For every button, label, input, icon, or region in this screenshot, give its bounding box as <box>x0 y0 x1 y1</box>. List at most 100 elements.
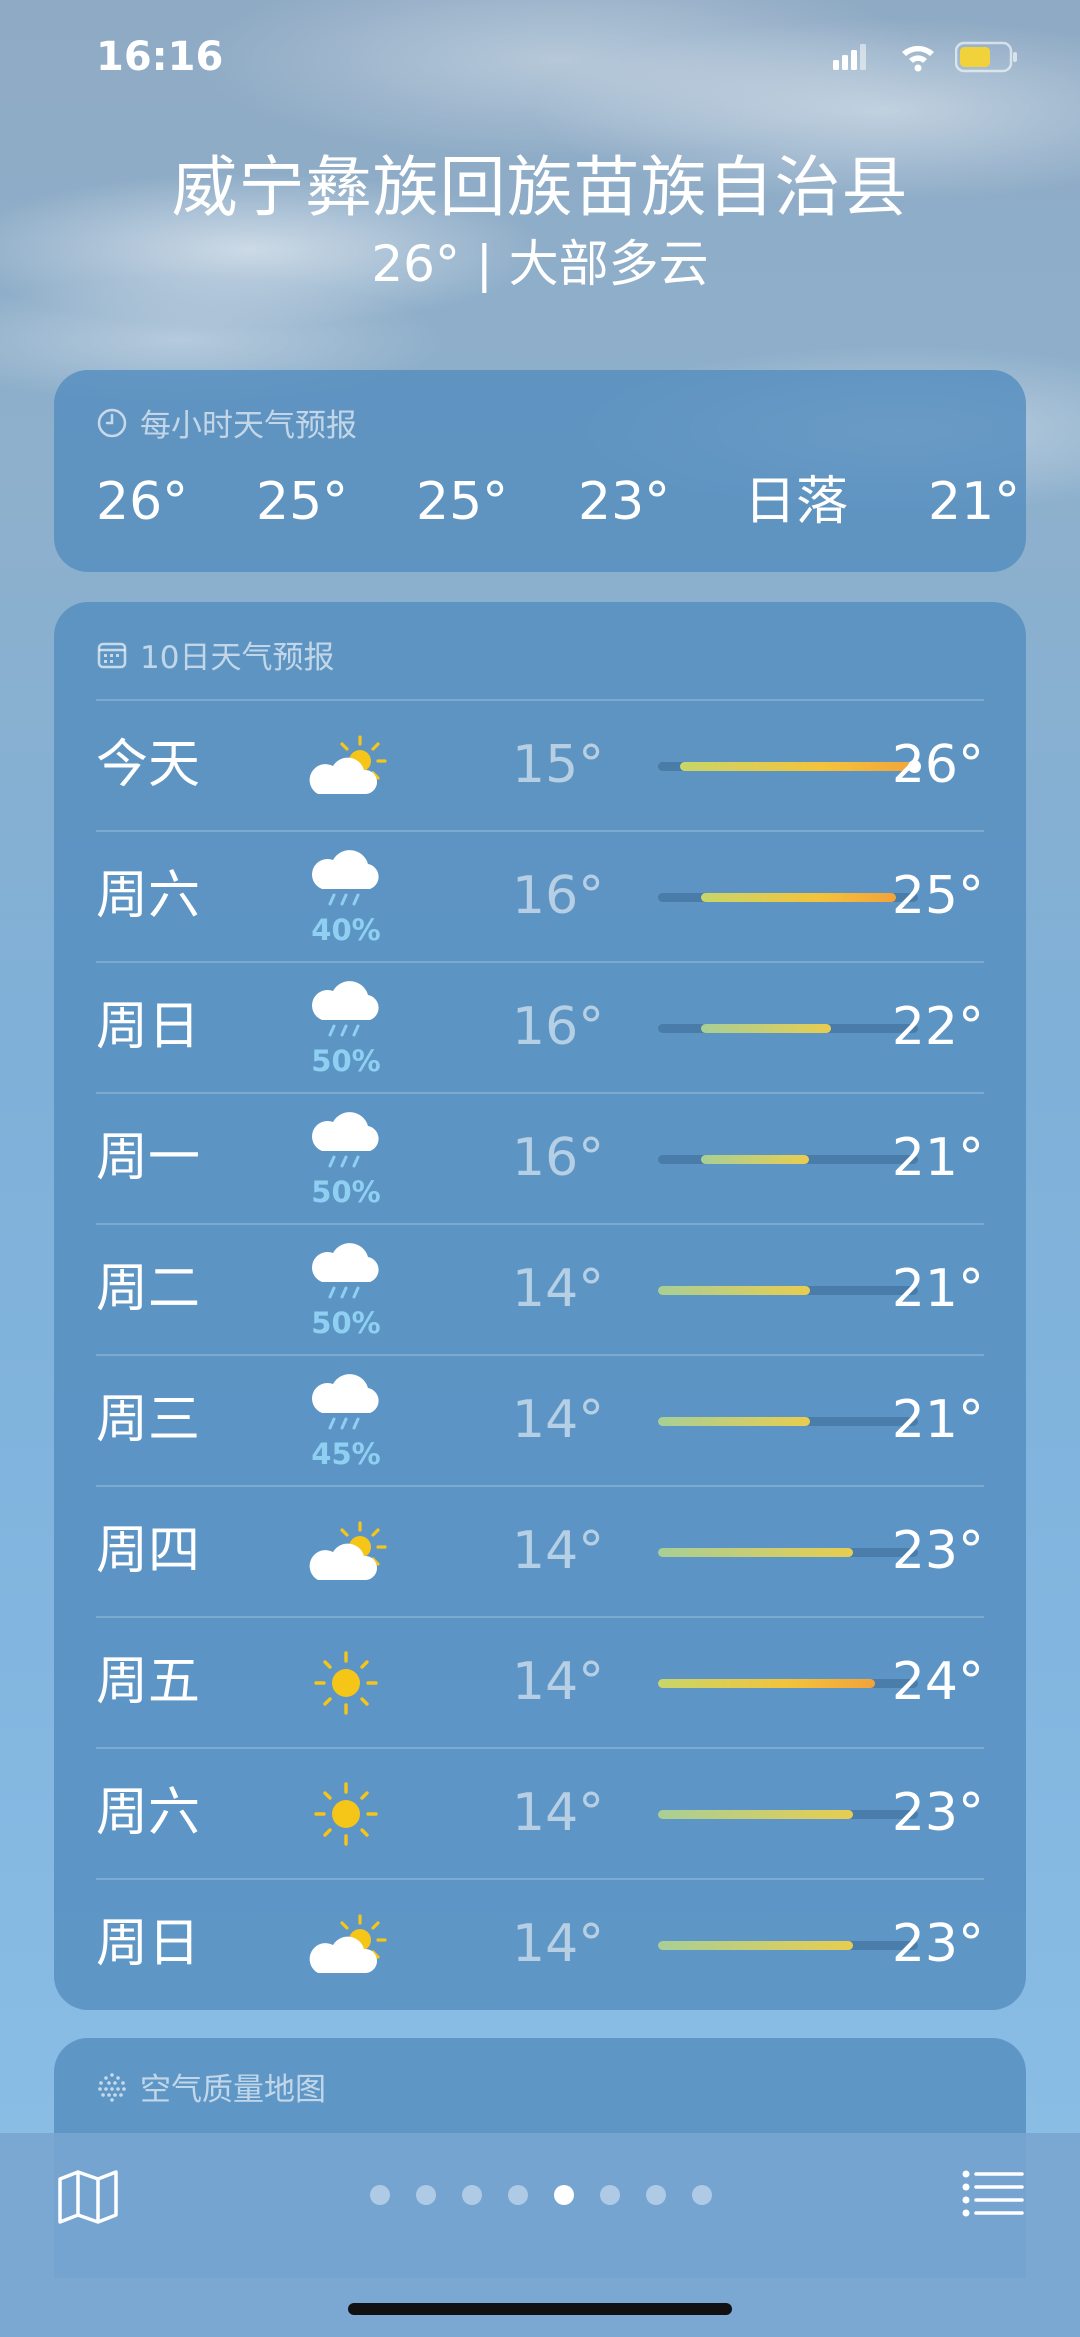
ten-day-forecast-title: 10日天气预报 <box>96 632 334 677</box>
sun-icon <box>314 1782 378 1846</box>
temperature-range-bar <box>658 1417 918 1426</box>
precipitation-chance: 50% <box>311 1306 381 1340</box>
current-conditions: 26° | 大部多云 <box>371 235 709 293</box>
forecast-day-row[interactable]: 周日 14° 23° <box>96 1879 984 2010</box>
location-name: 威宁彝族回族苗族自治县 <box>171 149 909 226</box>
day-name: 周六 <box>96 1783 201 1843</box>
hourly-item-sunset: 日落 <box>744 472 849 532</box>
map-icon[interactable] <box>56 2165 120 2229</box>
day-name: 周六 <box>96 866 201 926</box>
forecast-day-row[interactable]: 周三 14° 21° 45% <box>96 1355 984 1486</box>
temperature-range-bar <box>658 1941 918 1950</box>
day-name: 周三 <box>96 1390 201 1450</box>
day-high-temp: 22° <box>891 997 984 1057</box>
clock-icon <box>97 408 127 437</box>
rain-cloud-icon <box>311 850 379 906</box>
partly-cloudy-icon <box>309 1914 387 1973</box>
page-dot[interactable] <box>416 2185 436 2205</box>
day-low-temp: 14° <box>512 1521 605 1581</box>
forecast-day-row[interactable]: 周六 14° 23° <box>96 1748 984 1879</box>
battery-icon <box>955 41 1017 73</box>
day-low-temp: 16° <box>512 1128 605 1188</box>
temperature-range-fill <box>658 1417 810 1426</box>
day-low-temp: 15° <box>512 735 605 795</box>
day-high-temp: 21° <box>891 1259 984 1319</box>
day-high-temp: 26° <box>891 735 984 795</box>
day-name: 周二 <box>96 1259 201 1319</box>
temperature-range-fill <box>658 1548 853 1557</box>
ten-day-forecast-title-label: 10日天气预报 <box>140 640 335 676</box>
forecast-day-row[interactable]: 周二 14° 21° 50% <box>96 1224 984 1355</box>
day-high-temp: 21° <box>891 1128 984 1188</box>
page-dot[interactable] <box>370 2185 390 2205</box>
forecast-day-row[interactable]: 周六 16° 25° 40% <box>96 831 984 962</box>
hourly-item: 26° <box>96 472 189 532</box>
temperature-range-fill <box>680 762 918 771</box>
hourly-forecast-card[interactable]: 每小时天气预报 26° 25° 25° 23° 日落 21° <box>54 370 1026 572</box>
day-name: 周日 <box>96 997 201 1057</box>
forecast-day-row[interactable]: 今天 15° 26° <box>96 700 984 831</box>
day-low-temp: 16° <box>512 866 605 926</box>
list-icon[interactable] <box>962 2169 1024 2219</box>
temperature-range-bar <box>658 1024 918 1033</box>
ten-day-forecast-card[interactable]: 10日天气预报 今天 15° 26° 周六 16° 25° 40% 周日 16° 22° 50% 周一… <box>54 602 1026 2010</box>
status-bar: 16:16 <box>0 0 1080 110</box>
temperature-range-bar <box>658 893 918 902</box>
page-indicator[interactable] <box>370 2185 712 2209</box>
temperature-range-fill <box>658 1286 810 1295</box>
day-low-temp: 14° <box>512 1914 605 1974</box>
day-low-temp: 14° <box>512 1259 605 1319</box>
air-quality-title-label: 空气质量地图 <box>140 2072 326 2108</box>
status-time: 16:16 <box>96 34 224 80</box>
page-dot[interactable] <box>692 2185 712 2205</box>
temperature-range-bar <box>658 1155 918 1164</box>
home-indicator[interactable] <box>348 2303 732 2315</box>
page-dot[interactable] <box>462 2185 482 2205</box>
temperature-range-bar <box>658 760 921 773</box>
hourly-item: 25° <box>416 472 509 532</box>
hourly-forecast-title-label: 每小时天气预报 <box>140 408 357 444</box>
day-high-temp: 23° <box>891 1521 984 1581</box>
cellular-signal-icon <box>833 44 866 70</box>
hourly-item: 25° <box>256 472 349 532</box>
temperature-range-fill <box>658 1810 853 1819</box>
rain-cloud-icon <box>311 1112 379 1168</box>
day-name: 周日 <box>96 1914 201 1974</box>
forecast-day-row[interactable]: 周四 14° 23° <box>96 1486 984 1617</box>
temperature-range-bar <box>658 1548 918 1557</box>
wifi-icon <box>902 45 934 72</box>
day-name: 今天 <box>96 735 201 795</box>
hourly-item: 23° <box>578 472 671 532</box>
location-header: 威宁彝族回族苗族自治县 26° | 大部多云 <box>0 148 1080 296</box>
rain-cloud-icon <box>311 981 379 1037</box>
precipitation-chance: 45% <box>311 1437 381 1471</box>
precipitation-chance: 50% <box>311 1175 381 1209</box>
calendar-icon <box>97 642 127 668</box>
hourly-scroll-row[interactable]: 26° 25° 25° 23° 日落 21° <box>54 462 1026 542</box>
page-dot[interactable] <box>600 2185 620 2205</box>
day-low-temp: 16° <box>512 997 605 1057</box>
temperature-range-bar <box>658 1679 918 1688</box>
day-high-temp: 25° <box>891 866 984 926</box>
forecast-day-row[interactable]: 周五 14° 24° <box>96 1617 984 1748</box>
temperature-range-bar <box>658 1810 918 1819</box>
day-high-temp: 24° <box>891 1652 984 1712</box>
partly-cloudy-icon <box>309 735 387 794</box>
page-dot[interactable] <box>646 2185 666 2205</box>
day-name: 周一 <box>96 1128 201 1188</box>
forecast-day-row[interactable]: 周一 16° 21° 50% <box>96 1093 984 1224</box>
temperature-range-fill <box>701 893 896 902</box>
bottom-toolbar <box>0 2133 1080 2337</box>
temperature-range-fill <box>658 1941 853 1950</box>
page-dot[interactable] <box>508 2185 528 2205</box>
day-low-temp: 14° <box>512 1390 605 1450</box>
rain-cloud-icon <box>311 1374 379 1430</box>
temperature-range-bar <box>658 1286 918 1295</box>
air-quality-dots-icon <box>98 2072 126 2102</box>
temperature-range-fill <box>658 1679 875 1688</box>
day-high-temp: 23° <box>891 1914 984 1974</box>
page-dot[interactable] <box>554 2185 574 2205</box>
sun-icon <box>314 1651 378 1715</box>
day-low-temp: 14° <box>512 1652 605 1712</box>
forecast-day-row[interactable]: 周日 16° 22° 50% <box>96 962 984 1093</box>
